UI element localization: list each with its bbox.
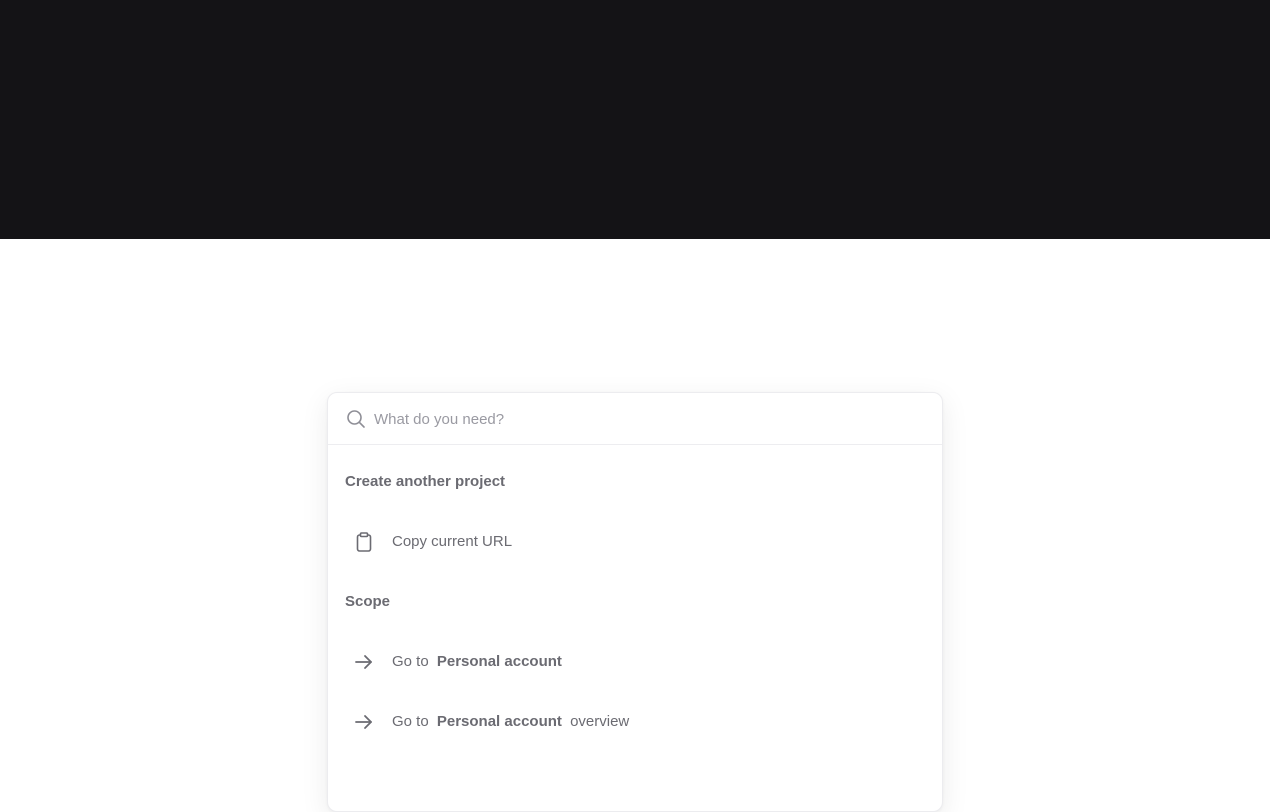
arrow-right-icon xyxy=(353,711,375,733)
go-to-personal-account-item[interactable]: Go to Personal account xyxy=(328,642,942,682)
section-heading-create-another-project: Create another project xyxy=(345,473,506,490)
copy-current-url-label: Copy current URL xyxy=(392,533,513,550)
clipboard-icon xyxy=(353,531,375,553)
arrow-right-icon xyxy=(353,651,375,673)
search-input[interactable] xyxy=(374,406,914,432)
go-to-prefix: Go to xyxy=(392,713,429,730)
go-to-prefix: Go to xyxy=(392,653,429,670)
section-heading-scope: Scope xyxy=(345,593,391,610)
personal-account-name: Personal account xyxy=(436,653,562,670)
dark-header-band xyxy=(0,0,1270,239)
go-to-personal-account-overview-item[interactable]: Go to Personal account overview xyxy=(328,702,942,742)
overview-suffix: overview xyxy=(570,713,630,730)
copy-current-url-item[interactable]: Copy current URL xyxy=(328,522,942,562)
go-to-personal-account-label: Go to Personal account xyxy=(392,652,562,672)
personal-account-name: Personal account xyxy=(436,713,562,730)
search-bar xyxy=(328,393,942,445)
search-icon xyxy=(346,409,366,429)
go-to-personal-account-overview-label: Go to Personal account overview xyxy=(392,712,629,732)
command-palette: Create another project Copy current URL … xyxy=(327,392,943,812)
